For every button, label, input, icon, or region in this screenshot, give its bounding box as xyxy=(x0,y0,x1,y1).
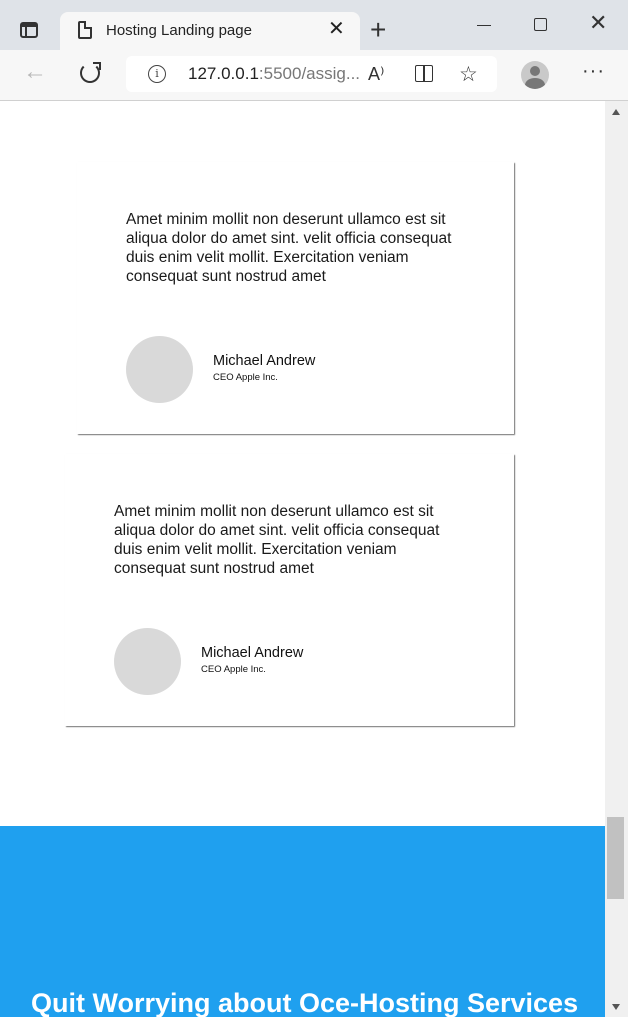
cta-section: Quit Worrying about Oce-Hosting Services xyxy=(0,826,605,1017)
close-tab-icon[interactable]: ✕ xyxy=(328,19,345,39)
cta-heading: Quit Worrying about Oce-Hosting Services xyxy=(31,988,579,1017)
url-text: 127.0.0.1:5500/assig... xyxy=(188,64,360,84)
testimonial-quote: Amet minim mollit non deserunt ullamco e… xyxy=(126,211,452,285)
address-bar[interactable]: i 127.0.0.1:5500/assig... A⁾ ☆ xyxy=(126,56,497,92)
page-icon xyxy=(78,21,92,39)
add-favorite-icon[interactable]: ☆ xyxy=(459,62,478,87)
browser-title-bar: Hosting Landing page ✕ + ✕ xyxy=(0,0,628,50)
scrollbar-thumb[interactable] xyxy=(607,817,624,899)
tab-title: Hosting Landing page xyxy=(106,22,252,39)
minimize-icon[interactable] xyxy=(477,25,491,26)
reload-icon[interactable] xyxy=(80,62,101,83)
url-path: :5500/assig... xyxy=(258,64,361,83)
testimonial-role: CEO Apple Inc. xyxy=(201,664,266,675)
browser-toolbar: ← i 127.0.0.1:5500/assig... A⁾ ☆ ··· xyxy=(0,50,628,101)
more-menu-icon[interactable]: ··· xyxy=(582,60,605,83)
testimonial-name: Michael Andrew xyxy=(213,353,316,369)
new-tab-icon[interactable]: + xyxy=(370,16,386,44)
avatar xyxy=(126,336,193,403)
browser-tab[interactable]: Hosting Landing page ✕ xyxy=(60,12,360,50)
avatar xyxy=(114,628,181,695)
read-aloud-icon[interactable]: A⁾ xyxy=(368,64,384,85)
testimonial-quote: Amet minim mollit non deserunt ullamco e… xyxy=(114,503,440,577)
window-close-icon[interactable]: ✕ xyxy=(589,12,607,34)
immersive-reader-icon[interactable] xyxy=(415,65,433,82)
testimonial-card: Amet minim mollit non deserunt ullamco e… xyxy=(65,454,514,726)
tab-actions-icon[interactable] xyxy=(20,22,38,38)
page-viewport: Amet minim mollit non deserunt ullamco e… xyxy=(0,101,605,1017)
back-icon[interactable]: ← xyxy=(23,60,47,84)
profile-avatar-icon[interactable] xyxy=(521,61,549,89)
scroll-down-icon[interactable] xyxy=(612,1004,620,1010)
vertical-scrollbar[interactable] xyxy=(605,101,628,1017)
testimonial-role: CEO Apple Inc. xyxy=(213,372,278,383)
url-host: 127.0.0.1 xyxy=(188,64,259,83)
info-icon[interactable]: i xyxy=(148,65,166,83)
maximize-icon[interactable] xyxy=(534,18,547,31)
testimonial-card: Amet minim mollit non deserunt ullamco e… xyxy=(77,162,514,434)
testimonial-name: Michael Andrew xyxy=(201,645,304,661)
scroll-up-icon[interactable] xyxy=(612,109,620,115)
